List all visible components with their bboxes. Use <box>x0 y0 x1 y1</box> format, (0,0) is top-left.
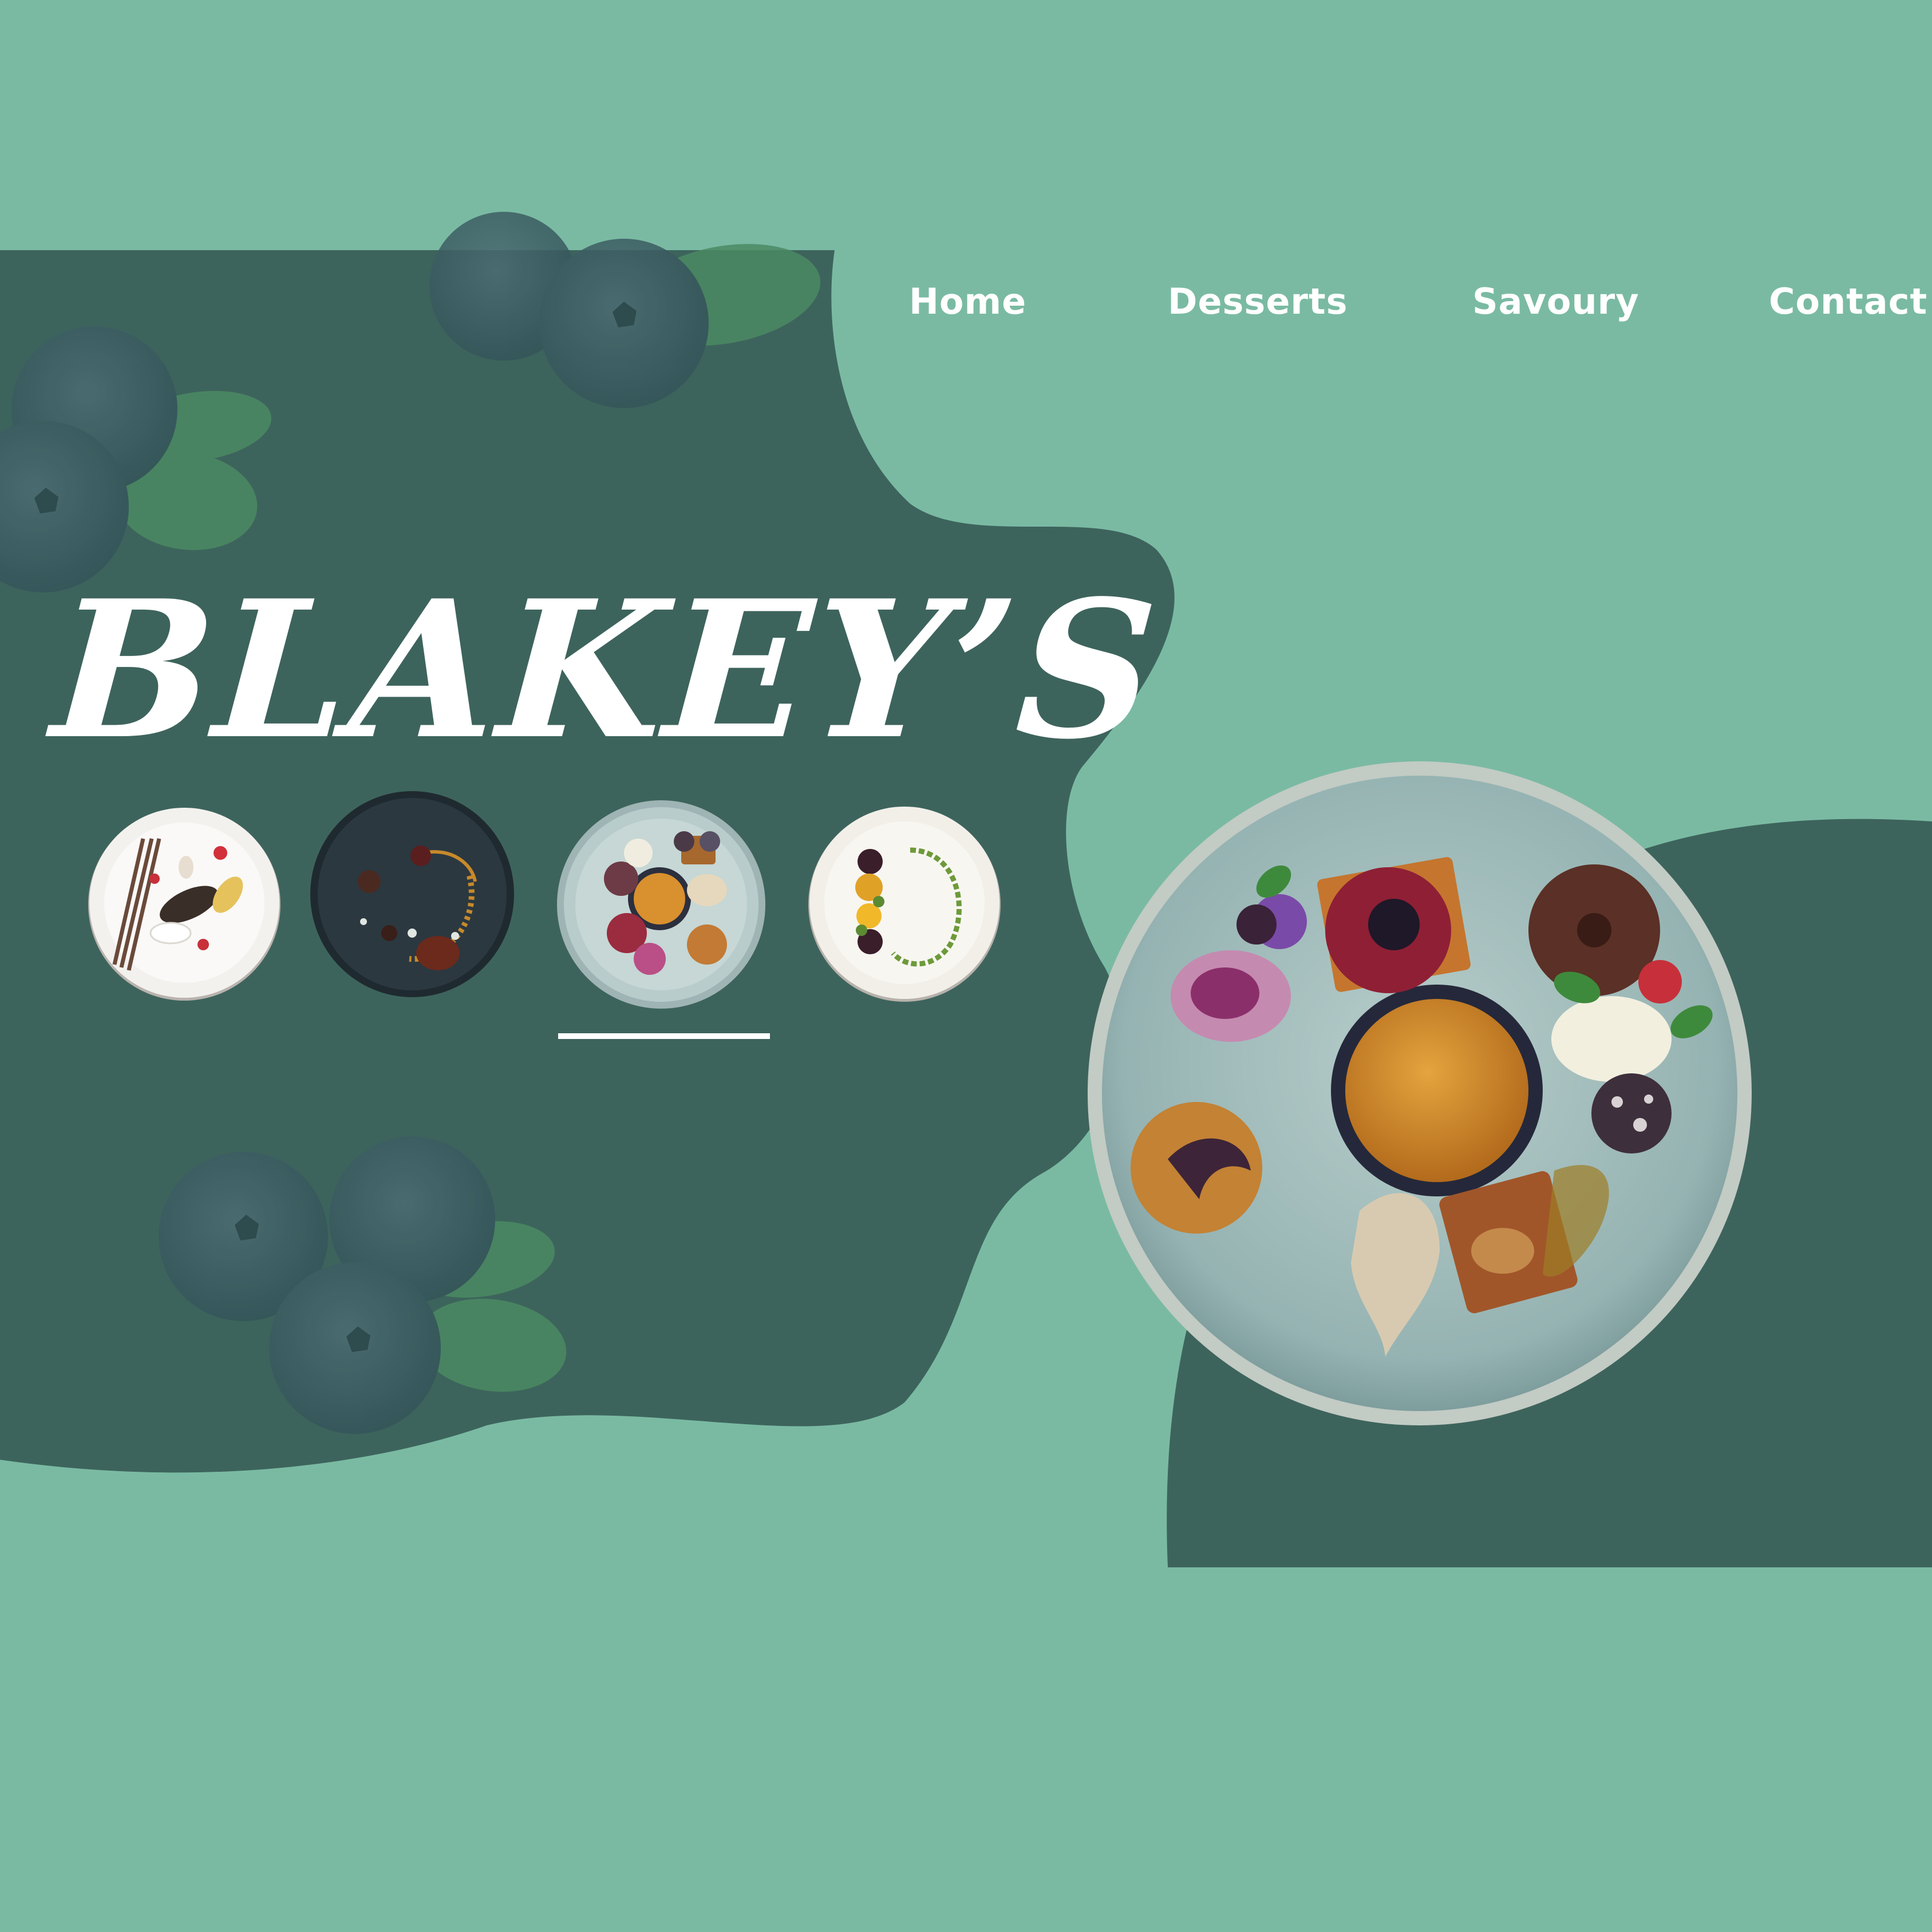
dessert-platter-image <box>1088 761 1752 1425</box>
brand-logo: BLAKEY’S <box>46 559 1165 781</box>
blue-plate-dessert-thumbnail <box>557 800 765 1009</box>
nav-link-contact[interactable]: Contact <box>1769 280 1927 322</box>
selected-thumbnail-indicator <box>558 1033 770 1039</box>
white-plate-beetroot-thumbnail <box>808 807 1001 1002</box>
nav-link-desserts[interactable]: Desserts <box>1168 280 1348 322</box>
page: Home Desserts Savoury Contact BLAKEY’S <box>0 0 1932 1932</box>
thumbnail-dessert-1[interactable] <box>86 804 283 1002</box>
nav-link-home[interactable]: Home <box>909 280 1026 322</box>
main-navigation: Home Desserts Savoury Contact <box>830 280 1927 332</box>
dark-plate-dessert-thumbnail <box>310 791 514 997</box>
white-plate-dessert-thumbnail <box>88 808 280 1001</box>
thumbnail-dessert-2[interactable] <box>309 790 515 999</box>
thumbnail-dessert-3[interactable] <box>555 799 767 1010</box>
thumbnail-dessert-4[interactable] <box>807 804 1002 1002</box>
hero-dessert-platter <box>1085 758 1755 1431</box>
nav-link-savoury[interactable]: Savoury <box>1472 280 1639 322</box>
